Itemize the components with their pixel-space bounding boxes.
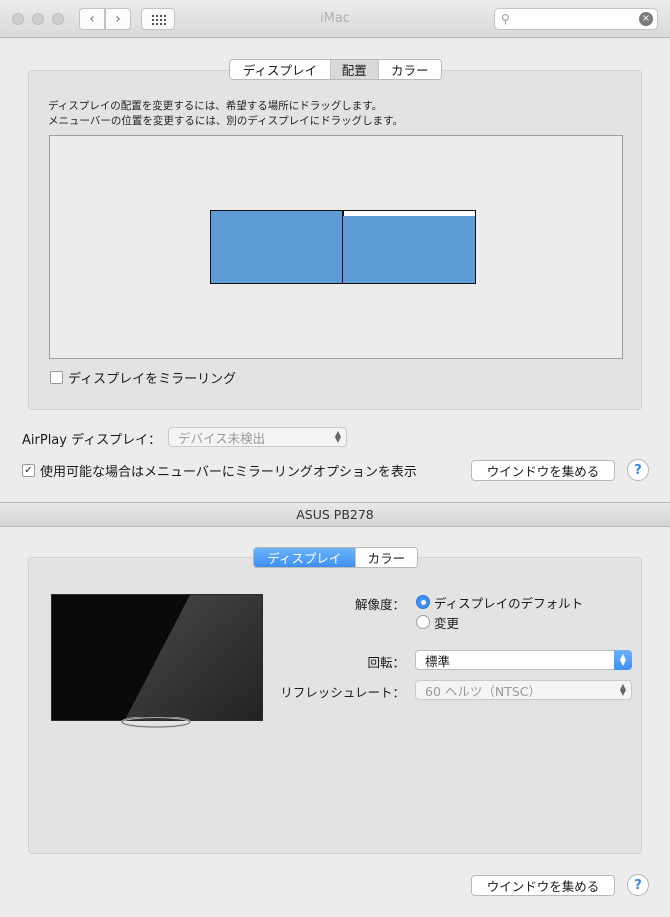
screen-glare-icon — [125, 595, 262, 720]
menubar-mirroring-label: 使用可能な場合はメニューバーにミラーリングオプションを表示 — [40, 465, 417, 480]
gather-windows-button[interactable]: ウインドウを集める — [471, 460, 615, 481]
help-button[interactable]: ? — [627, 874, 649, 896]
airplay-label: AirPlay ディスプレイ： — [22, 433, 162, 448]
display-stand-icon — [121, 717, 191, 728]
display-thumbnail-left[interactable] — [210, 210, 344, 284]
mirror-displays-label: ディスプレイをミラーリング — [68, 372, 237, 387]
imac-preferences-window: ‹ › iMac ⚲ × ディスプレイ 配置 カラー ディスプレイの配置を変更す… — [0, 0, 670, 503]
resolution-default-radio[interactable] — [416, 595, 430, 609]
asus-preference-tabs: ディスプレイ カラー — [253, 547, 418, 568]
resolution-scaled-radio[interactable] — [416, 615, 430, 629]
checkmark-icon: ✓ — [24, 465, 33, 476]
rotation-popup[interactable]: 標準 ▲ ▼ — [415, 650, 632, 670]
display-arrangement-area — [49, 135, 623, 359]
refresh-rate-value: 60 ヘルツ（NTSC） — [425, 683, 542, 699]
help-button[interactable]: ? — [627, 459, 649, 481]
menu-bar-indicator[interactable] — [343, 210, 476, 216]
instruction-line: ディスプレイの配置を変更するには、希望する場所にドラッグします。 — [48, 100, 383, 112]
preference-tabs: ディスプレイ 配置 カラー — [229, 59, 442, 80]
airplay-display-popup[interactable]: デバイス未検出 ▲ ▼ — [168, 427, 347, 447]
tab-color[interactable]: カラー — [354, 548, 417, 567]
arrangement-instructions: ディスプレイの配置を変更するには、希望する場所にドラッグします。 メニューバーの… — [48, 99, 403, 129]
up-down-arrows-icon: ▲ ▼ — [614, 650, 632, 670]
search-field[interactable]: ⚲ × — [494, 8, 658, 30]
tab-display[interactable]: ディスプレイ — [230, 60, 330, 79]
display-illustration — [51, 594, 263, 721]
resolution-default-label: ディスプレイのデフォルト — [434, 596, 584, 611]
tab-display[interactable]: ディスプレイ — [254, 548, 355, 567]
title-bar: ‹ › iMac ⚲ × — [0, 0, 670, 38]
asus-title-bar: ASUS PB278 — [0, 503, 670, 527]
asus-display-window: ASUS PB278 ディスプレイ カラー 解像度： ディスプレイのデフォルト … — [0, 503, 670, 917]
tab-color[interactable]: カラー — [377, 60, 441, 79]
up-down-arrows-icon: ▲ ▼ — [619, 682, 626, 697]
airplay-value: デバイス未検出 — [178, 430, 266, 446]
menubar-mirroring-checkbox[interactable]: ✓ — [22, 464, 35, 477]
resolution-scaled-label: 変更 — [434, 616, 460, 631]
rotation-value: 標準 — [425, 653, 451, 669]
up-down-arrows-icon: ▲ ▼ — [334, 429, 341, 444]
tab-arrangement[interactable]: 配置 — [329, 60, 378, 79]
refresh-rate-label: リフレッシュレート： — [280, 685, 405, 700]
search-icon: ⚲ — [501, 12, 510, 26]
refresh-rate-popup[interactable]: 60 ヘルツ（NTSC） ▲ ▼ — [415, 680, 632, 700]
clear-search-icon[interactable]: × — [639, 12, 653, 26]
gather-windows-button[interactable]: ウインドウを集める — [471, 875, 615, 896]
mirror-displays-checkbox[interactable] — [50, 371, 63, 384]
instruction-line: メニューバーの位置を変更するには、別のディスプレイにドラッグします。 — [48, 115, 404, 127]
resolution-label: 解像度： — [354, 597, 405, 612]
rotation-label: 回転： — [367, 655, 405, 670]
display-thumbnail-right[interactable] — [342, 210, 476, 284]
